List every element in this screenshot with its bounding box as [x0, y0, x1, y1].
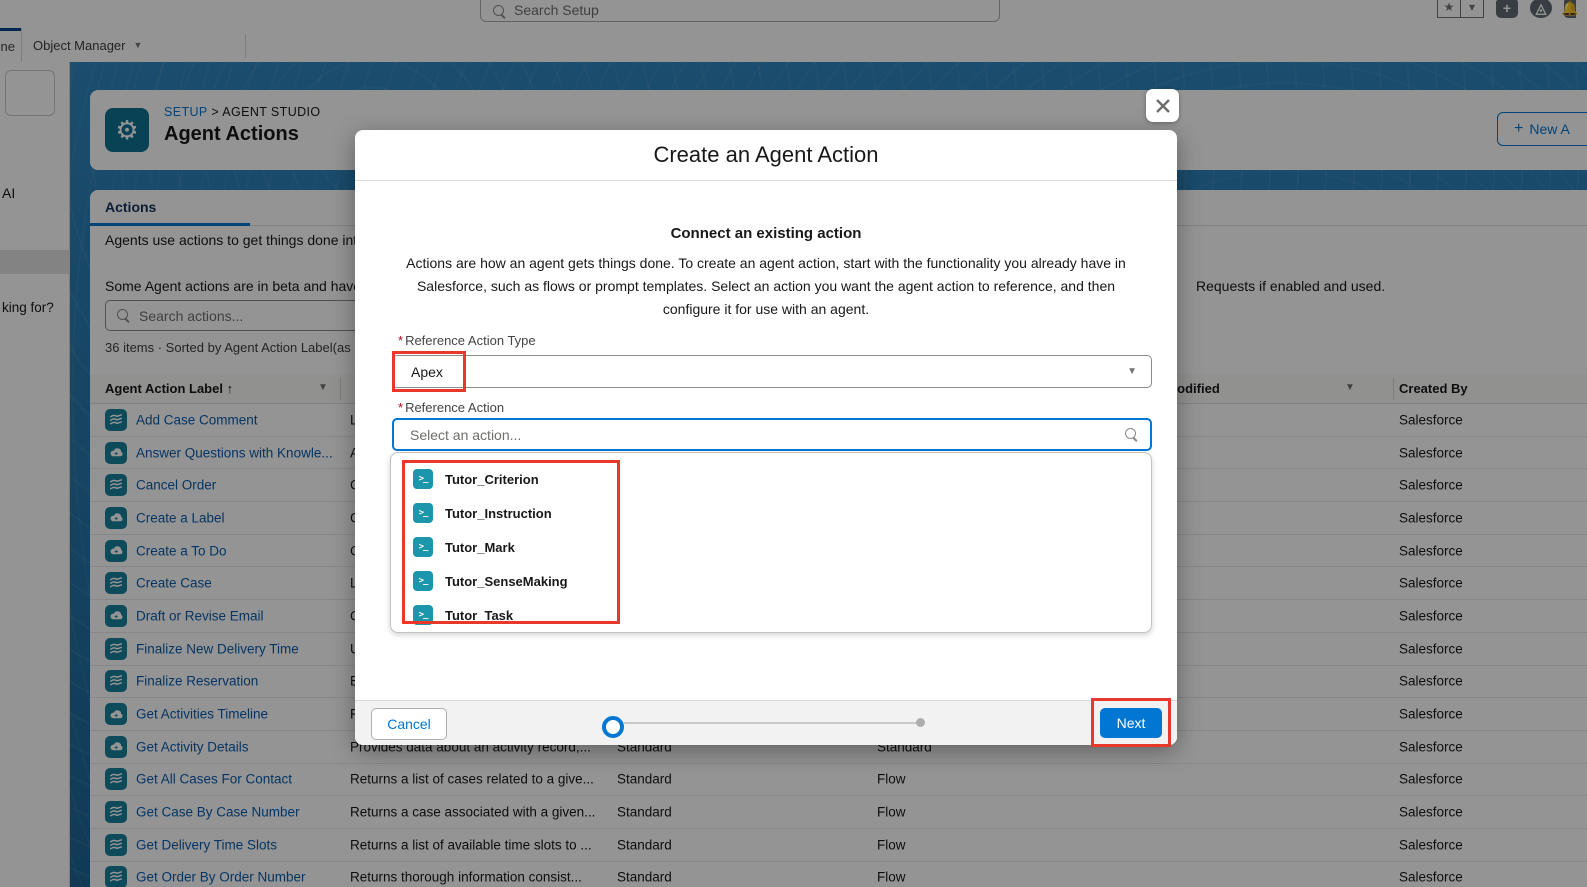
progress-track — [623, 722, 919, 724]
listbox-option-label: Tutor_Task — [445, 608, 513, 623]
listbox-option[interactable]: >_ Tutor_Criterion — [391, 462, 1151, 496]
modal-description: Actions are how an agent gets things don… — [396, 252, 1136, 321]
progress-step-active — [602, 716, 624, 738]
reference-action-type-select[interactable]: Apex ▼ — [392, 355, 1152, 388]
next-button[interactable]: Next — [1100, 708, 1162, 738]
listbox-option-label: Tutor_Mark — [445, 540, 515, 555]
reference-action-type-label: *Reference Action Type — [398, 333, 536, 348]
reference-action-label: *Reference Action — [398, 400, 504, 415]
required-asterisk: * — [398, 400, 403, 415]
modal-title: Create an Agent Action — [355, 130, 1177, 181]
listbox-option[interactable]: >_ Tutor_SenseMaking — [391, 564, 1151, 598]
listbox-option[interactable]: >_ Tutor_Instruction — [391, 496, 1151, 530]
apex-icon: >_ — [413, 503, 433, 523]
close-icon[interactable] — [1146, 89, 1179, 122]
apex-icon: >_ — [413, 537, 433, 557]
listbox-option-label: Tutor_Instruction — [445, 506, 552, 521]
salesforce-setup-page: Search Setup ★ ▾ + ◬ 🔔 ne Object Manager… — [0, 0, 1587, 887]
create-agent-action-modal: Create an Agent Action Connect an existi… — [355, 130, 1177, 745]
required-asterisk: * — [398, 333, 403, 348]
cancel-button[interactable]: Cancel — [371, 708, 447, 740]
apex-icon: >_ — [413, 469, 433, 489]
search-icon — [1125, 428, 1138, 441]
listbox-option[interactable]: >_ Tutor_Task — [391, 598, 1151, 632]
listbox-option[interactable]: >_ Tutor_Mark — [391, 530, 1151, 564]
reference-action-combobox[interactable]: Select an action... — [392, 418, 1152, 451]
apex-icon: >_ — [413, 571, 433, 591]
listbox-option-label: Tutor_Criterion — [445, 472, 539, 487]
reference-action-placeholder: Select an action... — [410, 427, 521, 443]
progress-step-inactive — [916, 718, 925, 727]
reference-action-listbox: >_ Tutor_Criterion >_ Tutor_Instruction >_ Tu… — [390, 452, 1152, 633]
apex-icon: >_ — [413, 605, 433, 625]
reference-action-type-value: Apex — [411, 364, 443, 380]
listbox-option-label: Tutor_SenseMaking — [445, 574, 568, 589]
chevron-down-icon: ▼ — [1127, 366, 1137, 377]
modal-heading: Connect an existing action — [355, 225, 1177, 242]
